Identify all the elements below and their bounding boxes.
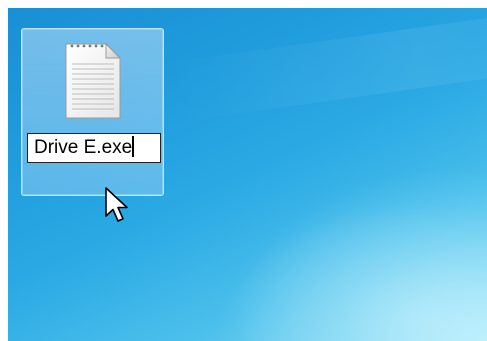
arrow-cursor-icon	[105, 187, 128, 222]
rename-input[interactable]: Drive E.exe	[27, 133, 161, 163]
screen: Drive E.exe	[0, 0, 487, 341]
text-caret	[132, 136, 135, 157]
wallpaper-streak	[166, 8, 487, 123]
desktop[interactable]: Drive E.exe	[8, 8, 487, 341]
text-document-icon	[65, 42, 122, 119]
rename-input-text: Drive E.exe	[34, 137, 133, 158]
desktop-icon-selected[interactable]: Drive E.exe	[21, 28, 164, 196]
